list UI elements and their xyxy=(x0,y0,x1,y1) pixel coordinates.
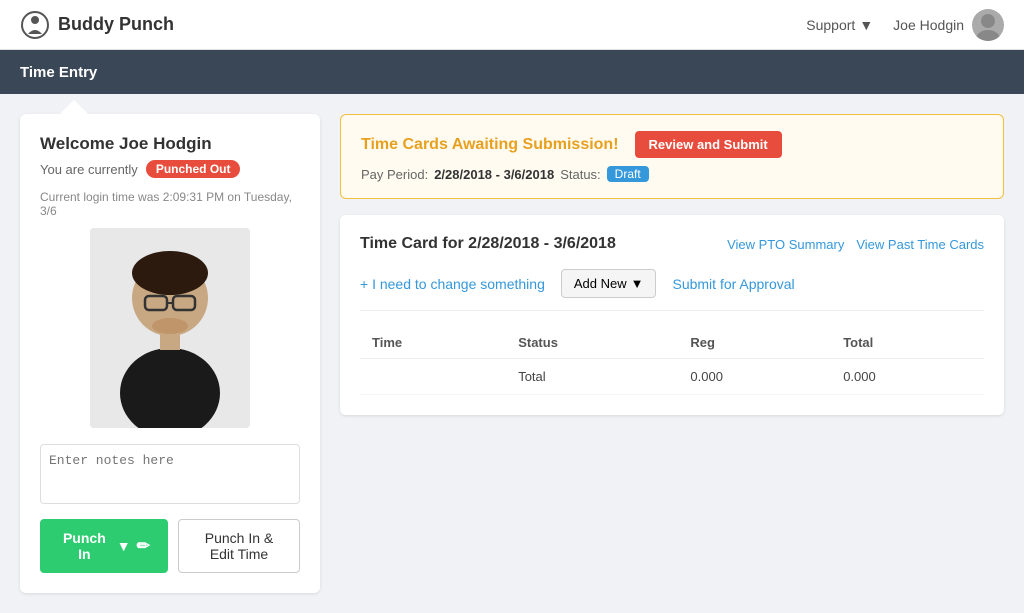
status-badge: Draft xyxy=(607,166,649,182)
add-new-label: Add New xyxy=(574,276,627,291)
notes-input[interactable] xyxy=(40,444,300,504)
logo-bold: Punch xyxy=(119,14,174,34)
header-actions: View PTO Summary View Past Time Cards xyxy=(727,237,984,252)
time-card-action-row: + I need to change something Add New ▼ S… xyxy=(360,269,984,311)
logo-icon xyxy=(20,10,50,40)
col-reg: Reg xyxy=(678,327,831,359)
need-change-link[interactable]: + I need to change something xyxy=(360,276,545,292)
view-past-time-cards-button[interactable]: View Past Time Cards xyxy=(856,237,984,252)
col-time: Time xyxy=(360,327,506,359)
user-photo-svg xyxy=(90,228,250,428)
total-label-cell: Total xyxy=(506,359,678,395)
action-buttons: Punch In ▼ ✏ Punch In & Edit Time xyxy=(40,519,300,573)
alert-top-row: Time Cards Awaiting Submission! Review a… xyxy=(361,131,983,158)
status-row: You are currently Punched Out xyxy=(40,160,300,178)
add-new-button[interactable]: Add New ▼ xyxy=(561,269,657,298)
total-total-cell: 0.000 xyxy=(831,359,984,395)
punched-out-badge: Punched Out xyxy=(146,160,241,178)
chevron-down-icon: ▼ xyxy=(859,17,873,33)
login-time: Current login time was 2:09:31 PM on Tue… xyxy=(40,190,300,218)
total-reg-cell: 0.000 xyxy=(678,359,831,395)
view-pto-button[interactable]: View PTO Summary xyxy=(727,237,844,252)
punch-in-label: Punch In xyxy=(58,530,111,562)
total-time-cell xyxy=(360,359,506,395)
alert-sub-row: Pay Period: 2/28/2018 - 3/6/2018 Status:… xyxy=(361,166,983,182)
time-table: Time Status Reg Total Total 0.000 0.000 xyxy=(360,327,984,395)
welcome-greeting: Welcome Joe Hodgin xyxy=(40,134,300,154)
submit-approval-button[interactable]: Submit for Approval xyxy=(672,276,794,292)
review-submit-button[interactable]: Review and Submit xyxy=(635,131,782,158)
table-total-row: Total 0.000 0.000 xyxy=(360,359,984,395)
table-header-row: Time Status Reg Total xyxy=(360,327,984,359)
logo-light: Buddy xyxy=(58,14,114,34)
right-panel: Time Cards Awaiting Submission! Review a… xyxy=(340,114,1004,593)
nav-right: Support ▼ Joe Hodgin xyxy=(806,9,1004,41)
punch-in-edit-label: Punch In & Edit Time xyxy=(205,530,274,562)
support-button[interactable]: Support ▼ xyxy=(806,17,873,33)
support-label: Support xyxy=(806,17,855,33)
chevron-down-icon: ▼ xyxy=(117,538,131,554)
time-card-title: Time Card for 2/28/2018 - 3/6/2018 xyxy=(360,235,616,253)
punch-in-edit-button[interactable]: Punch In & Edit Time xyxy=(178,519,300,573)
top-nav: Buddy Punch Support ▼ Joe Hodgin xyxy=(0,0,1024,50)
need-change-label: + I need to change something xyxy=(360,276,545,292)
col-total: Total xyxy=(831,327,984,359)
user-name: Joe Hodgin xyxy=(893,17,964,33)
pay-period-value: 2/28/2018 - 3/6/2018 xyxy=(434,167,554,182)
chevron-down-icon: ▼ xyxy=(631,276,644,291)
sub-header: Time Entry xyxy=(0,50,1024,94)
user-area: Joe Hodgin xyxy=(893,9,1004,41)
logo-area: Buddy Punch xyxy=(20,10,174,40)
status-label: Status: xyxy=(560,167,600,182)
user-photo xyxy=(90,228,250,428)
page-title: Time Entry xyxy=(20,64,97,81)
alert-title: Time Cards Awaiting Submission! xyxy=(361,136,619,154)
alert-box: Time Cards Awaiting Submission! Review a… xyxy=(340,114,1004,199)
col-status: Status xyxy=(506,327,678,359)
currently-label: You are currently xyxy=(40,162,138,177)
pay-period-label: Pay Period: xyxy=(361,167,428,182)
main-content: Welcome Joe Hodgin You are currently Pun… xyxy=(0,94,1024,613)
logo-text: Buddy Punch xyxy=(58,14,174,35)
punch-in-button[interactable]: Punch In ▼ ✏ xyxy=(40,519,168,573)
left-panel: Welcome Joe Hodgin You are currently Pun… xyxy=(20,114,320,593)
time-card-header: Time Card for 2/28/2018 - 3/6/2018 View … xyxy=(360,235,984,253)
time-card-section: Time Card for 2/28/2018 - 3/6/2018 View … xyxy=(340,215,1004,415)
avatar xyxy=(972,9,1004,41)
